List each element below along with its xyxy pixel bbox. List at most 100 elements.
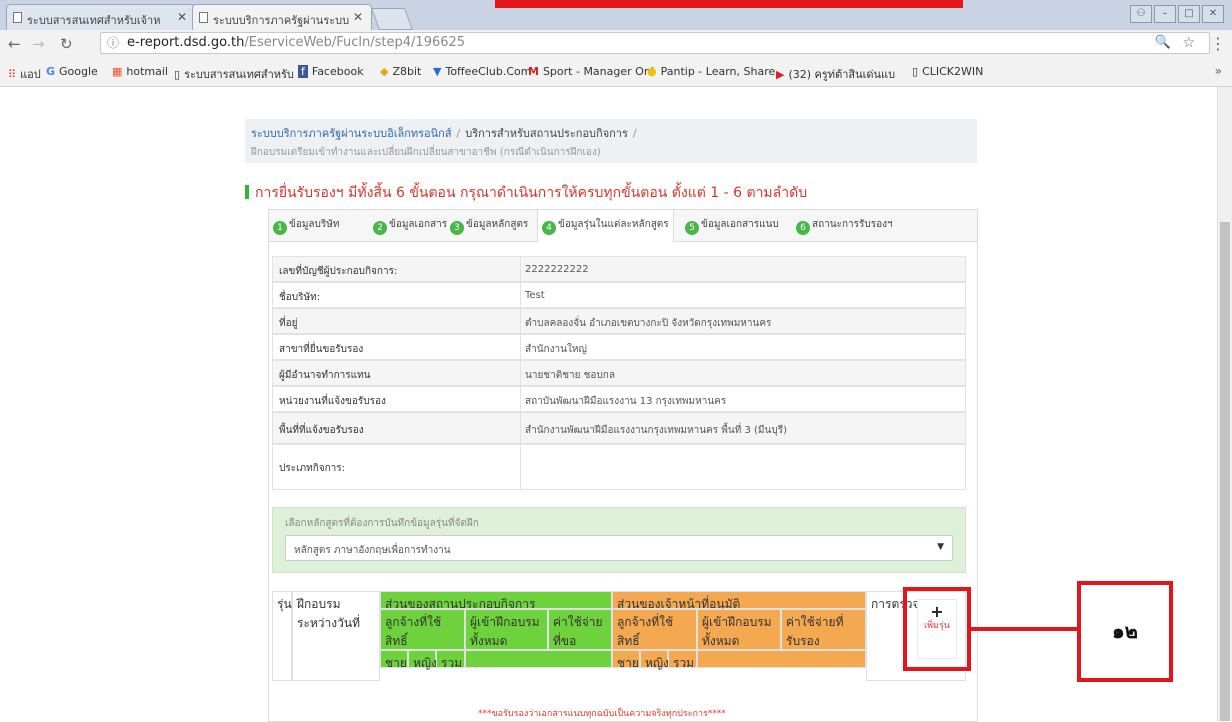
green-filler <box>465 650 612 668</box>
close-window-icon[interactable]: ✕ <box>1202 5 1224 23</box>
browser-toolbar: ← → ↻ ⓘ e-report.dsd.go.th/EserviceWeb/F… <box>0 30 1232 59</box>
col-female-approved: หญิง <box>640 650 669 670</box>
new-tab-button[interactable] <box>370 8 414 30</box>
info-row: ชื่อบริษัท: Test <box>272 282 966 308</box>
info-row: ประเภทกิจการ: <box>272 444 966 490</box>
zoom-icon[interactable]: 🔍 <box>1155 33 1171 53</box>
bookmark-system[interactable]: ▯ ระบบสารสนเทศสำหรับ <box>174 65 294 83</box>
dropdown-caret-icon: ▼ <box>937 542 944 552</box>
z8bit-icon: ◆ <box>380 65 389 78</box>
close-icon[interactable]: ✕ <box>177 10 187 24</box>
breadcrumb-section[interactable]: บริการสำหรับสถานประกอบกิจการ <box>465 127 628 140</box>
page-icon <box>13 12 22 23</box>
course-select-hint: เลือกหลักสูตรที่ต้องการบันทึกข้อมูลรุ่นท… <box>285 518 479 529</box>
col-period: ฝึกอบรมระหว่างวันที่ <box>292 591 380 681</box>
tab-step-5[interactable]: 5 ข้อมูลเอกสารแนบ <box>685 217 779 235</box>
tab-title: ระบบสารสนเทศสำหรับเจ้าห <box>27 14 161 27</box>
breadcrumb-sub: ฝึกอบรมเตรียมเข้าทำงานและเปลี่ยนฝึกเปลี่… <box>251 147 601 158</box>
orange-filler <box>697 650 866 668</box>
browser-tab-active[interactable]: ระบบบริการภาครัฐผ่านระบบ ✕ <box>192 4 372 30</box>
info-row: เลขที่บัญชีผู้ประกอบกิจการ: 2222222222 <box>272 256 966 282</box>
google-icon: G <box>46 65 56 78</box>
info-row: สาขาที่ยื่นขอรับรอง สำนักงานใหญ่ <box>272 334 966 360</box>
bookmarks-more-button[interactable]: » <box>1215 64 1222 78</box>
maximize-icon[interactable]: □ <box>1178 5 1200 23</box>
col-cost-approved: ค่าใช้จ่ายที่รับรอง <box>781 609 866 650</box>
window-controls: ⚇ – □ ✕ <box>1128 5 1224 23</box>
menu-icon[interactable]: ⋮ <box>1210 34 1226 53</box>
tab-step-6[interactable]: 6 สถานะการรับรองฯ <box>796 217 893 235</box>
info-row: ผู้มีอำนาจทำการแทน นายชาติชาย ชอบกล <box>272 360 966 386</box>
bookmark-hotmail[interactable]: ▦ hotmail <box>112 65 168 78</box>
m-icon: M <box>528 65 539 78</box>
col-trained: ลูกจ้างที่ใช้สิทธิ์ <box>380 609 465 650</box>
bookmark-google[interactable]: G Google <box>46 65 98 78</box>
bookmark-pantip[interactable]: ● Pantip - Learn, Share <box>647 65 775 78</box>
breadcrumb: ระบบบริการภาครัฐผ่านระบบอิเล็กทรอนิกส์ / บ… <box>245 119 977 163</box>
page-icon <box>199 12 208 23</box>
tab-step-2[interactable]: 2 ข้อมูลเอกสาร <box>373 217 447 235</box>
col-cost: ค่าใช้จ่ายที่ขอ <box>548 609 612 650</box>
browser-tab[interactable]: ระบบสารสนเทศสำหรับเจ้าห ✕ <box>6 4 196 30</box>
col-male: ชาย <box>380 650 408 670</box>
warning-marker <box>245 185 249 199</box>
bookmark-apps[interactable]: ⠿ แอป <box>8 65 41 83</box>
page-icon: ▯ <box>912 65 919 78</box>
info-icon[interactable]: ⓘ <box>107 33 119 53</box>
col-all-trained-approved: ผู้เข้าฝึกอบรมทั้งหมด <box>697 609 781 650</box>
group-officer: ส่วนของเจ้าหน้าที่อนุมัติ <box>612 591 866 611</box>
bookmark-toffeeclub[interactable]: ▼ ToffeeClub.Com <box>433 65 531 78</box>
address-bar[interactable]: ⓘ e-report.dsd.go.th/EserviceWeb/Fucln/s… <box>100 32 1210 54</box>
user-icon[interactable]: ⚇ <box>1130 5 1152 23</box>
windows-icon: ▦ <box>112 65 123 78</box>
course-select-panel: เลือกหลักสูตรที่ต้องการบันทึกข้อมูลรุ่นท… <box>272 507 966 573</box>
callout-label: ๑๒ <box>1077 581 1173 682</box>
certification-note: ***ขอรับรองว่าเอกสารแนบทุกฉบับเป็นความจร… <box>478 709 726 719</box>
minimize-icon[interactable]: – <box>1154 5 1176 23</box>
step-tabs: 1 ข้อมูลบริษัท 2 ข้อมูลเอกสาร 3 ข้อมูลหลักส… <box>268 209 978 245</box>
tab-step-4[interactable]: 4 ข้อมูลรุ่นในแต่ละหลักสูตร <box>537 209 674 245</box>
back-icon[interactable]: ← <box>8 35 21 53</box>
youtube-icon: ▶ <box>776 68 785 81</box>
info-row: ที่อยู่ ตำบลคลองจั่น อำเภอเขตบางกะปิ จังห… <box>272 308 966 334</box>
callout-line <box>971 627 1081 631</box>
bookmark-youtube[interactable]: ▶ (32) ครูท่ต้าสินเด่นแบ <box>776 65 895 83</box>
group-company: ส่วนของสถานประกอบกิจการ <box>380 591 612 611</box>
breadcrumb-system[interactable]: ระบบบริการภาครัฐผ่านระบบอิเล็กทรอนิกส์ <box>251 127 452 140</box>
col-total: รวม <box>436 650 465 670</box>
browser-tabstrip: ระบบสารสนเทศสำหรับเจ้าห ✕ ระบบบริการภาคร… <box>0 0 1232 30</box>
reload-icon[interactable]: ↻ <box>60 35 73 53</box>
url-domain: e-report.dsd.go.th <box>127 35 245 50</box>
apps-icon: ⠿ <box>8 68 17 81</box>
bookmark-click2win[interactable]: ▯ CLICK2WIN <box>912 65 983 78</box>
course-select-value: หลักสูตร ภาษาอังกฤษเพื่อการทำงาน <box>294 545 451 556</box>
facebook-icon: f <box>298 65 308 78</box>
info-row: หน่วยงานที่แจ้งขอรับรอง สถาบันพัฒนาฝีมือแ… <box>272 386 966 412</box>
page-scrollbar[interactable] <box>1217 87 1232 721</box>
bookmark-facebook[interactable]: f Facebook <box>298 65 364 78</box>
close-icon[interactable]: ✕ <box>353 10 363 24</box>
red-banner <box>495 0 963 8</box>
col-male-approved: ชาย <box>612 650 640 670</box>
url-path: /EserviceWeb/Fucln/step4/196625 <box>244 35 466 50</box>
tab-step-1[interactable]: 1 ข้อมูลบริษัท <box>273 217 339 235</box>
bookmark-z8bit[interactable]: ◆ Z8bit <box>380 65 421 78</box>
col-female: หญิง <box>408 650 437 670</box>
col-all-trained: ผู้เข้าฝึกอบรมทั้งหมด <box>465 609 548 650</box>
bookmarks-bar: ⠿ แอป G Google ▦ hotmail ▯ ระบบสารสนเทศสำหรั… <box>0 58 1232 87</box>
col-trained-approved: ลูกจ้างที่ใช้สิทธิ์ <box>612 609 697 650</box>
pantip-icon: ● <box>647 65 657 78</box>
tab-step-3[interactable]: 3 ข้อมูลหลักสูตร <box>450 217 528 235</box>
scroll-thumb[interactable] <box>1220 222 1230 721</box>
highlight-box <box>903 587 971 671</box>
col-batch: รุ่น <box>272 591 292 681</box>
page-icon: ▯ <box>174 68 181 81</box>
forward-icon[interactable]: → <box>32 35 45 53</box>
star-icon[interactable]: ☆ <box>1182 33 1195 53</box>
toffee-icon: ▼ <box>433 65 442 78</box>
info-row: พื้นที่ที่แจ้งขอรับรอง สำนักงานพัฒนาฝีมือ… <box>272 412 966 444</box>
course-select[interactable]: หลักสูตร ภาษาอังกฤษเพื่อการทำงาน ▼ <box>285 535 953 561</box>
bookmark-sport-manager[interactable]: M Sport - Manager Onl <box>528 65 654 78</box>
steps-warning: การยื่นรับรองฯ มีทั้งสิ้น 6 ขั้นตอน กรุณ… <box>245 182 807 204</box>
tab-title: ระบบบริการภาครัฐผ่านระบบ <box>213 14 350 27</box>
